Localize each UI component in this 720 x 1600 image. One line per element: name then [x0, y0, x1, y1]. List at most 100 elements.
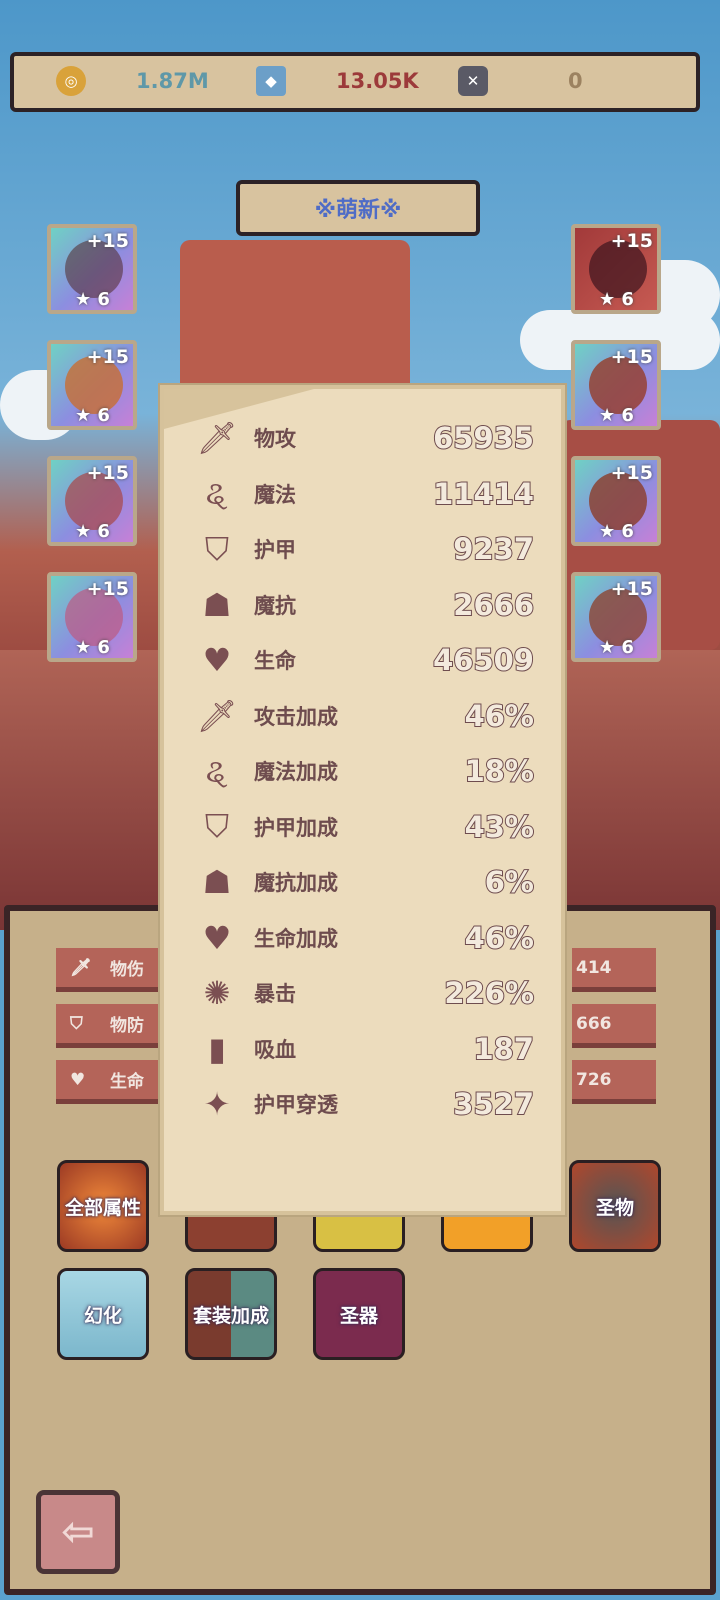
set-bonus-button[interactable]: 套装加成 — [185, 1268, 277, 1360]
attribute-row: 🗡 物攻 65935 — [194, 413, 535, 463]
attribute-row: ☗ 魔抗 2666 — [194, 580, 535, 630]
star-rank: ★ 6 — [75, 405, 110, 426]
attribute-row: 🗡 攻击加成 46% — [194, 691, 535, 741]
heart-icon: ♥ — [202, 918, 232, 957]
attribute-value: 9237 — [452, 531, 535, 567]
enhance-level: +15 — [610, 462, 653, 484]
lifesteal-book-icon: ▮ — [208, 1029, 226, 1068]
attribute-value: 226% — [443, 975, 535, 1011]
attribute-row: ▮ 吸血 187 — [194, 1024, 535, 1074]
attribute-label: 吸血 — [254, 1037, 296, 1062]
equipment-slot-weapon[interactable]: +15 ★ 6 — [47, 224, 137, 314]
dark-rune-icon: ✕ — [458, 66, 488, 96]
sword-icon: 🗡 — [196, 419, 238, 457]
stat-health: ♥ 生命 — [56, 1060, 166, 1104]
stat-physical-damage: 🗡 物伤 — [56, 948, 166, 992]
attribute-row: ♥ 生命 46509 — [194, 635, 535, 685]
attribute-value: 3527 — [452, 1086, 535, 1122]
attribute-row: ♥ 生命加成 46% — [194, 913, 535, 963]
star-rank: ★ 6 — [75, 521, 110, 542]
stat-label: 物伤 — [110, 960, 144, 980]
holy-artifact-button[interactable]: 圣器 — [313, 1268, 405, 1360]
stat-physical-defense: ⛉ 物防 — [56, 1004, 166, 1048]
attribute-row: ⛉ 护甲 9237 — [194, 524, 535, 574]
back-button[interactable]: ⇦ — [36, 1490, 120, 1574]
back-arrow-icon: ⇦ — [61, 1509, 95, 1555]
attribute-list[interactable]: 🗡 物攻 65935 ୡ 魔法 11414 ⛉ 护甲 9237 ☗ 魔抗 2666 ♥ 生命 46509 🗡 攻… — [164, 413, 561, 1153]
attribute-value: 187 — [472, 1031, 535, 1067]
all-attributes-button[interactable]: 全部属性 — [57, 1160, 149, 1252]
heart-icon: ♥ — [70, 1069, 86, 1090]
blue-crystal-icon: ◆ — [256, 66, 286, 96]
attribute-label: 生命加成 — [254, 926, 338, 951]
shield-icon: ⛉ — [204, 807, 229, 845]
attribute-row: ୡ 魔法 11414 — [194, 469, 535, 519]
attribute-label: 护甲 — [254, 538, 296, 562]
equipment-slot-hat[interactable]: +15 ★ 6 — [571, 224, 661, 314]
transmog-button[interactable]: 幻化 — [57, 1268, 149, 1360]
star-rank: ★ 6 — [599, 289, 634, 310]
heart-icon: ♥ — [202, 641, 232, 679]
player-title: ※萌新※ — [314, 198, 402, 223]
sword-icon: 🗡 — [196, 696, 238, 735]
rune-amount: 0 — [568, 69, 583, 93]
tile-label: 全部属性 — [64, 1196, 141, 1219]
equipment-slot-necklace[interactable]: +15 ★ 6 — [47, 456, 137, 546]
resource-rune: ✕ 0 — [458, 66, 583, 96]
attribute-label: 生命 — [254, 649, 296, 673]
equipment-slot-gloves[interactable]: +15 ★ 6 — [571, 456, 661, 546]
attribute-row: ⛉ 护甲加成 43% — [194, 802, 535, 852]
attribute-value: 11414 — [432, 476, 535, 512]
sword-icon: 🗡 — [70, 957, 92, 978]
enhance-level: +15 — [610, 230, 653, 252]
crit-burst-icon: ✺ — [203, 974, 231, 1012]
attribute-row: ☗ 魔抗加成 6% — [194, 857, 535, 907]
magic-swirl-icon: ୡ — [205, 751, 229, 790]
attribute-row: ✦ 护甲穿透 3527 — [194, 1079, 535, 1129]
crystal-amount: 13.05K — [336, 69, 419, 93]
gold-amount: 1.87M — [136, 69, 209, 93]
hood-icon: ☗ — [202, 863, 232, 901]
attribute-value: 18% — [464, 753, 535, 789]
equipment-slot-ring[interactable]: +15 ★ 6 — [47, 340, 137, 430]
title-banner: ※萌新※ — [236, 180, 480, 236]
equipment-slot-boots[interactable]: +15 ★ 6 — [571, 572, 661, 662]
equipment-slot-amulet[interactable]: +15 ★ 6 — [47, 572, 137, 662]
attribute-label: 护甲穿透 — [254, 1093, 338, 1117]
star-rank: ★ 6 — [75, 289, 110, 310]
enhance-level: +15 — [86, 578, 129, 600]
tile-label: 圣器 — [339, 1304, 378, 1327]
attribute-value: 2666 — [452, 587, 535, 623]
attribute-label: 魔法加成 — [254, 760, 338, 784]
star-rank: ★ 6 — [75, 637, 110, 658]
attribute-label: 攻击加成 — [254, 704, 338, 729]
enhance-level: +15 — [610, 578, 653, 600]
enhance-level: +15 — [86, 346, 129, 368]
gold-coin-icon: ◎ — [56, 66, 86, 96]
attribute-label: 魔抗加成 — [254, 871, 338, 895]
attributes-popup: 🗡 物攻 65935 ୡ 魔法 11414 ⛉ 护甲 9237 ☗ 魔抗 2666 ♥ 生命 46509 🗡 攻… — [160, 385, 565, 1215]
tile-label: 圣物 — [595, 1196, 634, 1219]
attribute-value: 46509 — [432, 642, 535, 678]
hood-icon: ☗ — [202, 585, 232, 624]
resource-crystal: ◆ 13.05K — [256, 66, 419, 96]
shuriken-icon: ✦ — [203, 1085, 231, 1123]
relic-button[interactable]: 圣物 — [569, 1160, 661, 1252]
attribute-label: 护甲加成 — [254, 815, 338, 840]
stat-value: 726 — [572, 1060, 656, 1104]
star-rank: ★ 6 — [599, 637, 634, 658]
attribute-value: 46% — [464, 920, 535, 956]
attribute-row: ✺ 暴击 226% — [194, 968, 535, 1018]
enhance-level: +15 — [86, 230, 129, 252]
tile-label: 套装加成 — [192, 1304, 269, 1327]
attribute-label: 物攻 — [254, 427, 296, 451]
attribute-label: 魔法 — [254, 482, 296, 507]
attribute-row: ୡ 魔法加成 18% — [194, 746, 535, 796]
shield-icon: ⛉ — [204, 529, 229, 568]
stat-value: 666 — [572, 1004, 656, 1048]
equipment-slot-armor[interactable]: +15 ★ 6 — [571, 340, 661, 430]
magic-swirl-icon: ୡ — [205, 474, 229, 512]
enhance-level: +15 — [610, 346, 653, 368]
stat-label: 生命 — [110, 1072, 144, 1092]
enhance-level: +15 — [86, 462, 129, 484]
